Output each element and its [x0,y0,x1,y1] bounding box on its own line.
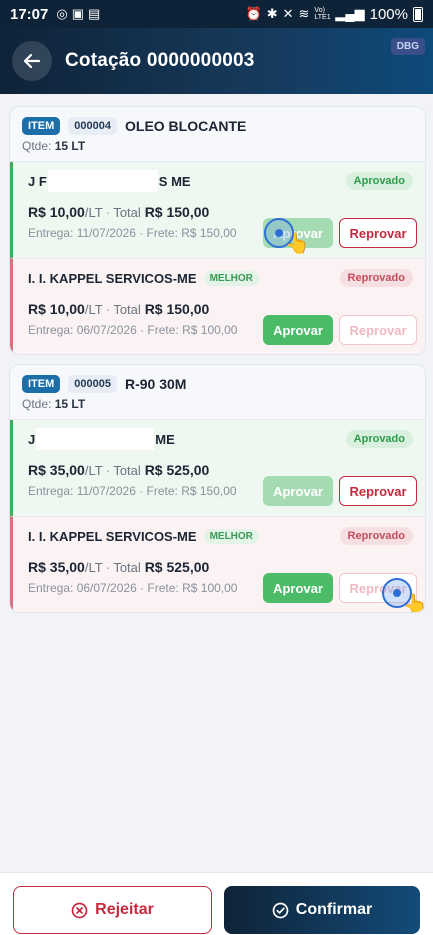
back-button[interactable] [12,41,52,81]
item-code: 000004 [68,117,117,135]
status-badge: Aprovado [345,172,413,190]
bottom-action-bar: Rejeitar Confirmar [0,872,433,935]
gallery-icon: ▣ [71,6,85,21]
item-name: R-90 30M [125,376,187,392]
confirm-label: Confirmar [295,901,373,918]
page-title: Cotação 0000000003 [65,50,255,71]
confirm-button[interactable]: Confirmar [224,886,420,934]
bluetooth-icon: ✱ [266,6,278,21]
item-quantity: Qtde: 15 LT [22,397,86,411]
reject-button[interactable]: Reprovar [339,218,417,248]
supplier-quote: I. I. KAPPEL SERVICOS-ME MELHOR Reprovad… [10,516,425,612]
battery-percent: 100% [369,5,408,23]
pointer-hand-icon: 👆 [285,233,310,255]
circle-check-icon [272,902,289,918]
status-badge: Reprovado [339,527,413,545]
redacted-area [36,428,155,450]
battery-icon [413,6,423,22]
item-badge: ITEM [22,117,61,135]
debug-badge: DBG [390,38,425,55]
status-badge: Aprovado [345,430,413,448]
approve-button[interactable]: Aprovar [263,476,333,506]
best-badge: MELHOR [203,270,259,286]
item-name: OLEO BLOCANTE [125,118,247,134]
mute-icon: ✕ [282,6,294,21]
network-label: Vo) LTE1 [314,7,331,21]
reject-quote-label: Rejeitar [95,901,154,918]
status-badge: Reprovado [339,269,413,287]
status-bar: 17:07 ◎ ▣ ▤ ⏰ ✱ ✕ ≋ Vo) LTE1 ▂▄▆ 100% [0,0,433,28]
supplier-quote: I. I. KAPPEL SERVICOS-ME MELHOR Reprovad… [10,258,425,354]
status-time: 17:07 [10,5,49,23]
approve-button[interactable]: Aprovar [263,315,333,345]
redacted-area [47,170,158,192]
system-icons: ⏰ ✱ ✕ ≋ Vo) LTE1 ▂▄▆ 100% [245,5,423,23]
signal-icon: ▂▄▆ [335,6,365,21]
store-icon: ▤ [88,6,101,21]
item-card: ITEM 000005 R-90 30M Qtde: 15 LT J ME Apr… [9,364,426,613]
wifi-icon: ≋ [298,6,310,21]
circle-x-icon [71,902,88,918]
approve-button[interactable]: Aprovar [263,573,333,603]
item-header: ITEM 000004 OLEO BLOCANTE Qtde: 15 LT [10,107,425,162]
item-badge: ITEM [22,375,61,393]
item-quantity: Qtde: 15 LT [22,139,86,153]
supplier-quote: J ME Aprovado R$ 35,00/LT · Total R$ 525,00… [10,420,425,516]
reject-button[interactable]: Reprovar [339,315,417,345]
chrome-icon: ◎ [56,6,68,21]
item-card: ITEM 000004 OLEO BLOCANTE Qtde: 15 LT J … [9,106,426,355]
best-badge: MELHOR [203,528,259,544]
supplier-quote: J FS ME Aprovado R$ 10,00/LT · Total R$ 15… [10,162,425,258]
app-header: Cotação 0000000003 DBG [0,28,433,94]
pointer-hand-icon: 👆 [403,594,426,613]
item-header: ITEM 000005 R-90 30M Qtde: 15 LT [10,365,425,420]
notification-icons: ◎ ▣ ▤ [56,6,100,22]
arrow-left-icon [23,53,41,69]
item-code: 000005 [68,375,117,393]
reject-button[interactable]: Reprovar [339,476,417,506]
reject-quote-button[interactable]: Rejeitar [13,886,212,934]
alarm-icon: ⏰ [245,6,262,21]
